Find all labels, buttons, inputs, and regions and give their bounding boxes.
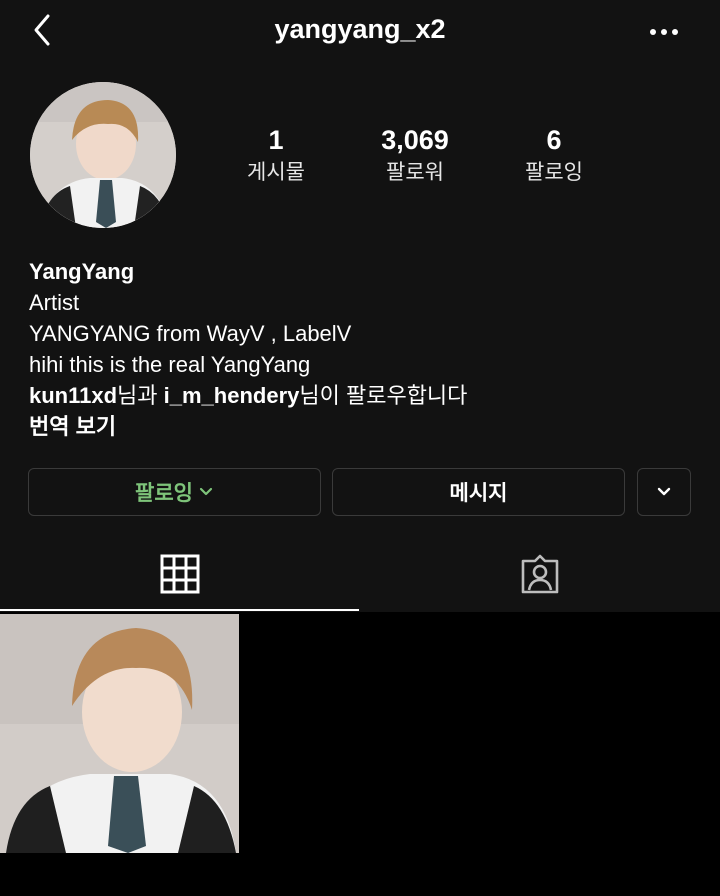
followers-label: 팔로워 bbox=[386, 161, 444, 184]
posts-stat[interactable]: 1 게시물 bbox=[206, 124, 346, 188]
post-thumbnail[interactable] bbox=[0, 614, 239, 853]
following-button-label: 팔로잉 bbox=[135, 482, 193, 505]
profile-category: Artist bbox=[29, 290, 80, 315]
followers-count: 3,069 bbox=[381, 125, 449, 155]
tab-tagged[interactable] bbox=[360, 540, 720, 608]
profile-username: yangyang_x2 bbox=[274, 14, 446, 44]
suggested-accounts-button[interactable] bbox=[637, 468, 691, 516]
followed-by-user-2[interactable]: i_m_hendery bbox=[164, 383, 300, 408]
following-button[interactable]: 팔로잉 bbox=[28, 468, 321, 516]
following-label: 팔로잉 bbox=[525, 161, 583, 184]
avatar-photo bbox=[30, 82, 176, 228]
posts-count: 1 bbox=[268, 125, 284, 155]
followed-by-text-mid: 님과 bbox=[117, 383, 164, 408]
post-photo bbox=[0, 614, 239, 853]
chevron-down-icon bbox=[199, 487, 213, 496]
more-icon bbox=[650, 29, 678, 35]
message-button[interactable]: 메시지 bbox=[332, 468, 625, 516]
more-options-button[interactable] bbox=[648, 22, 680, 42]
grid-icon bbox=[160, 554, 199, 594]
following-stat[interactable]: 6 팔로잉 bbox=[484, 124, 624, 188]
following-count: 6 bbox=[546, 125, 562, 155]
followers-stat[interactable]: 3,069 팔로워 bbox=[345, 124, 485, 188]
followed-by-text-end: 님이 팔로우합니다 bbox=[299, 383, 468, 408]
tagged-icon bbox=[521, 554, 559, 594]
bio-line-2: hihi this is the real YangYang bbox=[29, 352, 311, 377]
translate-link[interactable]: 번역 보기 bbox=[29, 411, 689, 442]
posts-label: 게시물 bbox=[247, 161, 305, 184]
message-button-label: 메시지 bbox=[449, 482, 508, 505]
profile-avatar[interactable] bbox=[30, 82, 176, 228]
followed-by-user-1[interactable]: kun11xd bbox=[29, 383, 117, 408]
followed-by[interactable]: kun11xd님과 i_m_hendery님이 팔로우합니다 bbox=[29, 380, 689, 411]
profile-bio: YangYang Artist YANGYANG from WayV , Lab… bbox=[29, 256, 689, 442]
active-tab-indicator bbox=[0, 609, 359, 611]
profile-name: YangYang bbox=[29, 259, 135, 284]
chevron-down-icon bbox=[657, 487, 671, 496]
bio-line-1: YANGYANG from WayV , LabelV bbox=[29, 321, 352, 346]
tab-posts-grid[interactable] bbox=[0, 540, 359, 608]
